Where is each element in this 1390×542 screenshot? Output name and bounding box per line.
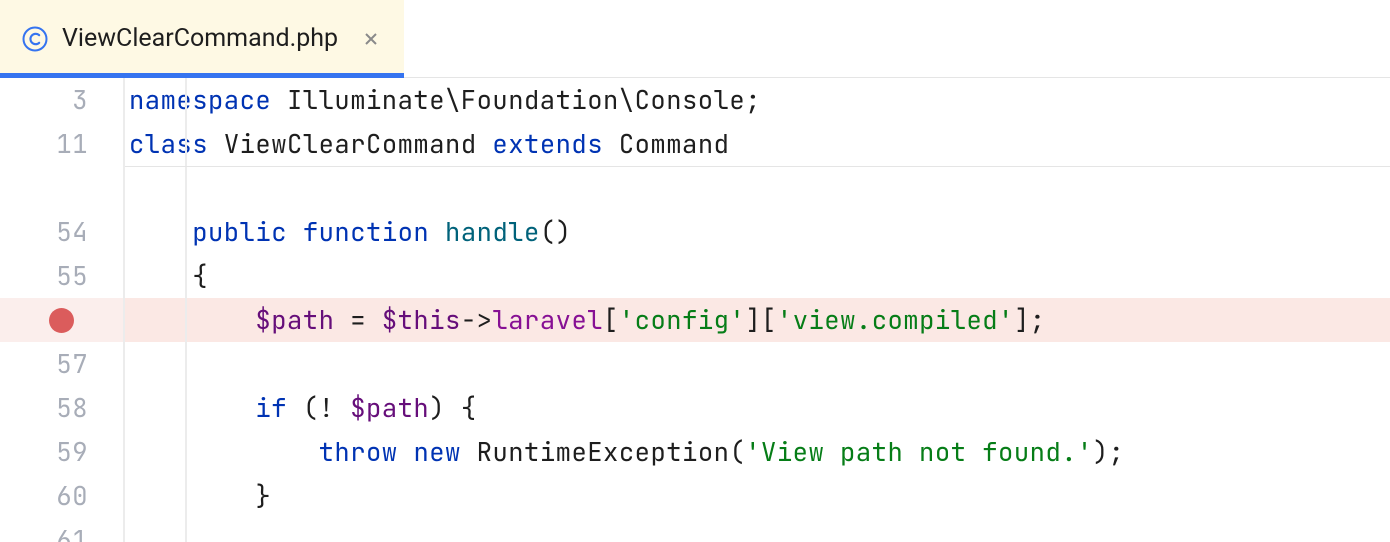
code-line[interactable]: class ViewClearCommand extends Command [125, 122, 1390, 166]
var-path: $path [350, 391, 429, 425]
fold-divider [125, 166, 1390, 167]
string-config: 'config' [619, 303, 745, 337]
code-editor[interactable]: 3 11 54 55 57 58 59 60 61 namespace Illu… [0, 78, 1390, 542]
editor-tab-bar: ViewClearCommand.php [0, 0, 1390, 78]
editor-tab[interactable]: ViewClearCommand.php [0, 0, 404, 77]
gutter-line-number[interactable]: 3 [0, 78, 123, 122]
tab-title: ViewClearCommand.php [62, 24, 338, 53]
gutter-line-number[interactable]: 55 [0, 254, 123, 298]
gutter-line-number[interactable]: 58 [0, 386, 123, 430]
code-line[interactable]: public function handle() [125, 210, 1390, 254]
close-icon [363, 31, 379, 47]
gutter-line-number[interactable]: 59 [0, 430, 123, 474]
code-line[interactable]: if (! $path) { [125, 386, 1390, 430]
gutter[interactable]: 3 11 54 55 57 58 59 60 61 [0, 78, 125, 542]
code-line[interactable]: { [125, 254, 1390, 298]
breakpoint-icon [49, 308, 74, 333]
breakpoint-marker[interactable] [0, 298, 123, 342]
keyword-namespace: namespace [129, 83, 271, 117]
code-line[interactable]: namespace Illuminate\Foundation\Console; [125, 78, 1390, 122]
class-name: ViewClearCommand [208, 127, 492, 161]
string-view-compiled: 'view.compiled' [777, 303, 1014, 337]
keyword-class: class [129, 127, 208, 161]
php-class-icon [22, 26, 48, 52]
code-line-blank[interactable] [125, 166, 1390, 210]
keyword-public: public [192, 215, 287, 249]
prop-laravel: laravel [492, 303, 603, 337]
tab-close-button[interactable] [360, 28, 382, 50]
exception-call: RuntimeException( [461, 435, 745, 469]
namespace-path: Illuminate\Foundation\Console; [271, 83, 761, 117]
keyword-extends: extends [492, 127, 603, 161]
keyword-function: function [303, 215, 429, 249]
indent-guide [185, 78, 187, 542]
keyword-if: if [255, 391, 287, 425]
gutter-line-number[interactable]: 54 [0, 210, 123, 254]
code-line-breakpoint[interactable]: $path = $this->laravel['config']['view.c… [125, 298, 1390, 342]
code-line[interactable]: } [125, 474, 1390, 518]
gutter-line-number[interactable]: 61 [0, 518, 123, 542]
gutter-line-number[interactable] [0, 166, 123, 210]
code-line[interactable]: throw new RuntimeException('View path no… [125, 430, 1390, 474]
method-name: handle [445, 215, 540, 249]
code-area[interactable]: namespace Illuminate\Foundation\Console;… [125, 78, 1390, 542]
gutter-line-number[interactable]: 57 [0, 342, 123, 386]
parent-class: Command [603, 127, 729, 161]
var-path: $path [255, 303, 334, 337]
var-this: $this [382, 303, 461, 337]
string-error-msg: 'View path not found.' [745, 435, 1093, 469]
keyword-throw: throw [319, 435, 398, 469]
gutter-line-number[interactable]: 60 [0, 474, 123, 518]
code-line-blank[interactable] [125, 518, 1390, 542]
code-line-blank[interactable] [125, 342, 1390, 386]
keyword-new: new [413, 435, 460, 469]
gutter-line-number[interactable]: 11 [0, 122, 123, 166]
